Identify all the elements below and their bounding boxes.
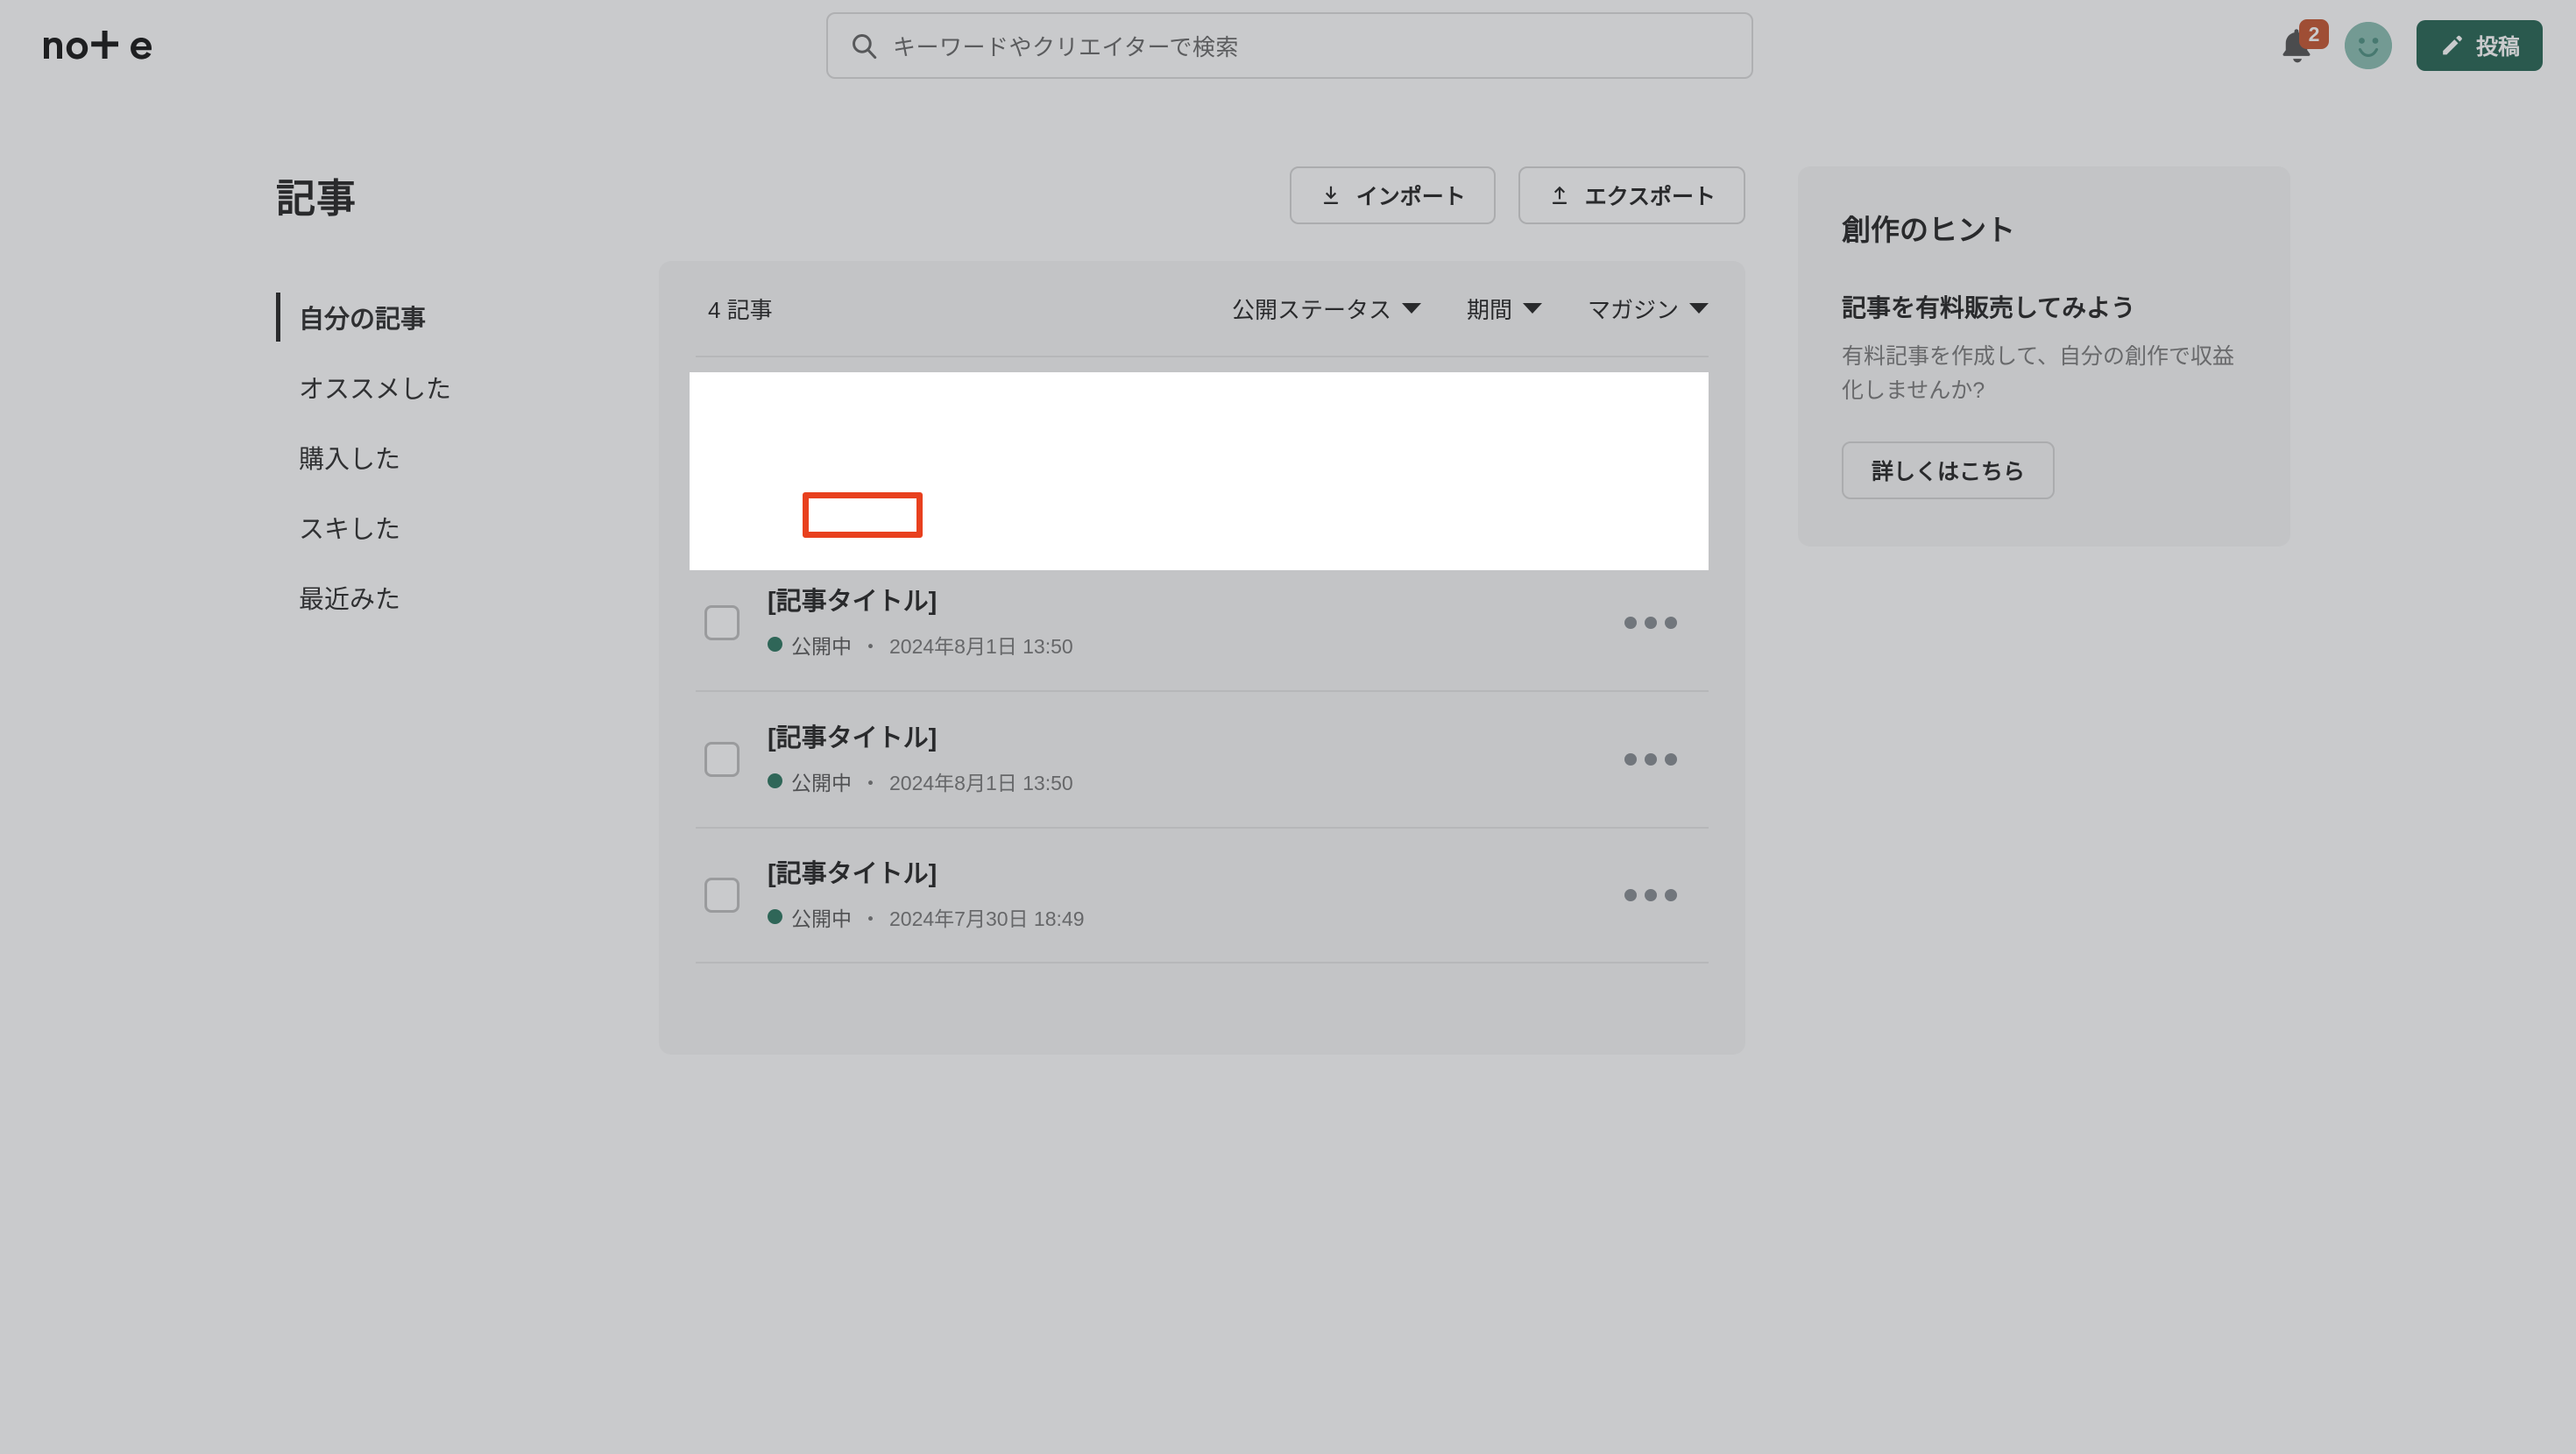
- export-button-label: エクスポート: [1584, 185, 1716, 209]
- article-date: 2024年8月1日 13:50: [889, 634, 1073, 658]
- article-meta: 公開中 ・ 2024年8月1日 13:50: [768, 766, 1700, 796]
- search-input-placeholder[interactable]: キーワードやクリエイターで検索: [893, 30, 1239, 62]
- filter-group: 公開ステータス 期間 マガジン: [1232, 293, 1709, 325]
- import-button-label: インポート: [1355, 185, 1466, 209]
- chevron-down-icon: [1401, 303, 1421, 314]
- filter-label: 公開ステータス: [1231, 296, 1391, 323]
- export-button[interactable]: エクスポート: [1518, 166, 1745, 224]
- chevron-down-icon: [1522, 303, 1542, 314]
- article-title[interactable]: [記事タイトル]: [768, 858, 1700, 890]
- import-export-toolbar: インポート エクスポート: [659, 166, 1745, 224]
- spotlight-highlight-region: [記事タイトル] 本文1本文2 下書き 2024年8月1日 15:11: [690, 372, 1709, 570]
- post-button-label: 投稿: [2475, 35, 2520, 60]
- filter-label: マガジン: [1587, 296, 1679, 323]
- sidebar-item-recommended[interactable]: オススメした: [276, 352, 626, 422]
- article-date: 2024年8月1日 13:50: [889, 771, 1073, 794]
- page-title: 記事: [276, 176, 357, 221]
- search-box[interactable]: キーワードやクリエイターで検索: [826, 12, 1753, 79]
- status-badge: 公開中: [791, 634, 852, 658]
- kebab-dot: [1624, 753, 1637, 766]
- kebab-dot: [1665, 889, 1677, 901]
- row-content: [記事タイトル] 公開中 ・ 2024年8月1日 13:50: [768, 723, 1700, 795]
- row-content: [記事タイトル] 公開中 ・ 2024年7月30日 18:49: [768, 858, 1700, 931]
- avatar-smiley-icon: [2344, 22, 2392, 69]
- table-row[interactable]: [記事タイトル] 公開中 ・ 2024年8月1日 13:50: [696, 690, 1709, 827]
- kebab-dot: [1624, 889, 1637, 901]
- hint-panel-title: 創作のヒント: [1842, 214, 2015, 246]
- kebab-dot: [1665, 753, 1677, 766]
- kebab-dot: [1645, 617, 1657, 629]
- row-checkbox[interactable]: [704, 742, 740, 777]
- hint-panel-column: 創作のヒント 記事を有料販売してみよう 有料記事を作成して、自分の創作で収益化し…: [1798, 166, 2290, 547]
- notification-badge: 2: [2298, 19, 2329, 49]
- kebab-dot: [1624, 617, 1637, 629]
- sidebar-item-label: 最近みた: [299, 586, 401, 614]
- avatar[interactable]: [2344, 22, 2392, 69]
- sidebar-item-label: 購入した: [299, 446, 401, 474]
- hint-panel: 創作のヒント 記事を有料販売してみよう 有料記事を作成して、自分の創作で収益化し…: [1798, 166, 2290, 547]
- sidebar-item-liked[interactable]: スキした: [276, 492, 626, 562]
- row-content: [記事タイトル] 公開中 ・ 2024年8月1日 13:50: [768, 586, 1700, 659]
- sidebar-item-label: オススメした: [299, 376, 452, 404]
- meta-separator: ・: [860, 771, 881, 794]
- page-content: 記事 自分の記事 オススメした 購入した スキした 最近みた インポート エクス…: [0, 91, 2576, 1454]
- article-title[interactable]: [記事タイトル]: [768, 586, 1700, 618]
- meta-separator: ・: [860, 634, 881, 658]
- kebab-dot: [1645, 889, 1657, 901]
- article-meta: 公開中 ・ 2024年8月1日 13:50: [768, 630, 1700, 660]
- article-title[interactable]: [記事タイトル]: [768, 723, 1700, 754]
- row-menu-button[interactable]: [1624, 617, 1677, 629]
- sidebar-item-label: スキした: [299, 516, 401, 544]
- list-filter-bar: 4 記事 公開ステータス 期間 マガジン: [696, 261, 1709, 356]
- row-menu-button[interactable]: [1624, 889, 1677, 901]
- hint-panel-subtitle: 記事を有料販売してみよう: [1842, 294, 2136, 321]
- article-meta: 公開中 ・ 2024年7月30日 18:49: [768, 902, 1700, 932]
- note-logo-icon: [44, 31, 152, 60]
- note-logo[interactable]: [42, 31, 158, 60]
- hint-learn-more-button[interactable]: 詳しくはこちら: [1842, 441, 2056, 499]
- status-badge: 公開中: [791, 907, 852, 930]
- download-icon: [1323, 186, 1338, 204]
- sidebar-item-recently-viewed[interactable]: 最近みた: [276, 562, 626, 632]
- header-actions: 2 投稿: [2278, 19, 2543, 71]
- status-dot-public: [768, 637, 782, 653]
- app-header: キーワードやクリエイターで検索 2 投稿: [0, 0, 2576, 91]
- post-button[interactable]: 投稿: [2416, 20, 2543, 71]
- row-checkbox[interactable]: [704, 878, 740, 913]
- sidebar-nav: 自分の記事 オススメした 購入した スキした 最近みた: [276, 282, 626, 632]
- filter-period[interactable]: 期間: [1467, 293, 1542, 325]
- status-badge: 公開中: [791, 771, 852, 794]
- notifications-button[interactable]: 2: [2278, 19, 2329, 68]
- kebab-dot: [1645, 753, 1657, 766]
- upload-icon: [1552, 186, 1567, 204]
- status-dot-public: [768, 909, 782, 925]
- status-dot-public: [768, 773, 782, 789]
- sidebar-item-my-articles[interactable]: 自分の記事: [276, 282, 626, 352]
- table-row[interactable]: [記事タイトル] 公開中 ・ 2024年8月1日 13:50: [696, 554, 1709, 690]
- hint-learn-more-label: 詳しくはこちら: [1872, 460, 2026, 484]
- hint-panel-body: 有料記事を作成して、自分の創作で収益化しませんか?: [1842, 344, 2235, 403]
- sidebar: 記事 自分の記事 オススメした 購入した スキした 最近みた: [276, 166, 626, 632]
- row-menu-button[interactable]: [1624, 753, 1677, 766]
- article-count: 4 記事: [708, 296, 773, 323]
- import-button[interactable]: インポート: [1289, 166, 1496, 224]
- app-page: キーワードやクリエイターで検索 2 投稿 記事 自分の記事 オススメした 購入し…: [0, 0, 2576, 1454]
- row-checkbox[interactable]: [704, 605, 740, 640]
- articles-column: インポート エクスポート 4 記事 公開ステータス 期間 マガジン [記事タイト…: [659, 166, 1745, 1055]
- pencil-icon: [2443, 35, 2462, 55]
- filter-label: 期間: [1466, 296, 1512, 323]
- sidebar-item-purchased[interactable]: 購入した: [276, 422, 626, 492]
- search-icon: [849, 31, 879, 60]
- table-row[interactable]: [記事タイトル] 公開中 ・ 2024年7月30日 18:49: [696, 827, 1709, 963]
- sidebar-item-label: 自分の記事: [299, 306, 427, 334]
- article-date: 2024年7月30日 18:49: [889, 907, 1085, 930]
- filter-magazine[interactable]: マガジン: [1588, 293, 1709, 325]
- chevron-down-icon: [1689, 303, 1709, 314]
- filter-publish-status[interactable]: 公開ステータス: [1232, 293, 1421, 325]
- meta-separator: ・: [860, 907, 881, 930]
- kebab-dot: [1665, 617, 1677, 629]
